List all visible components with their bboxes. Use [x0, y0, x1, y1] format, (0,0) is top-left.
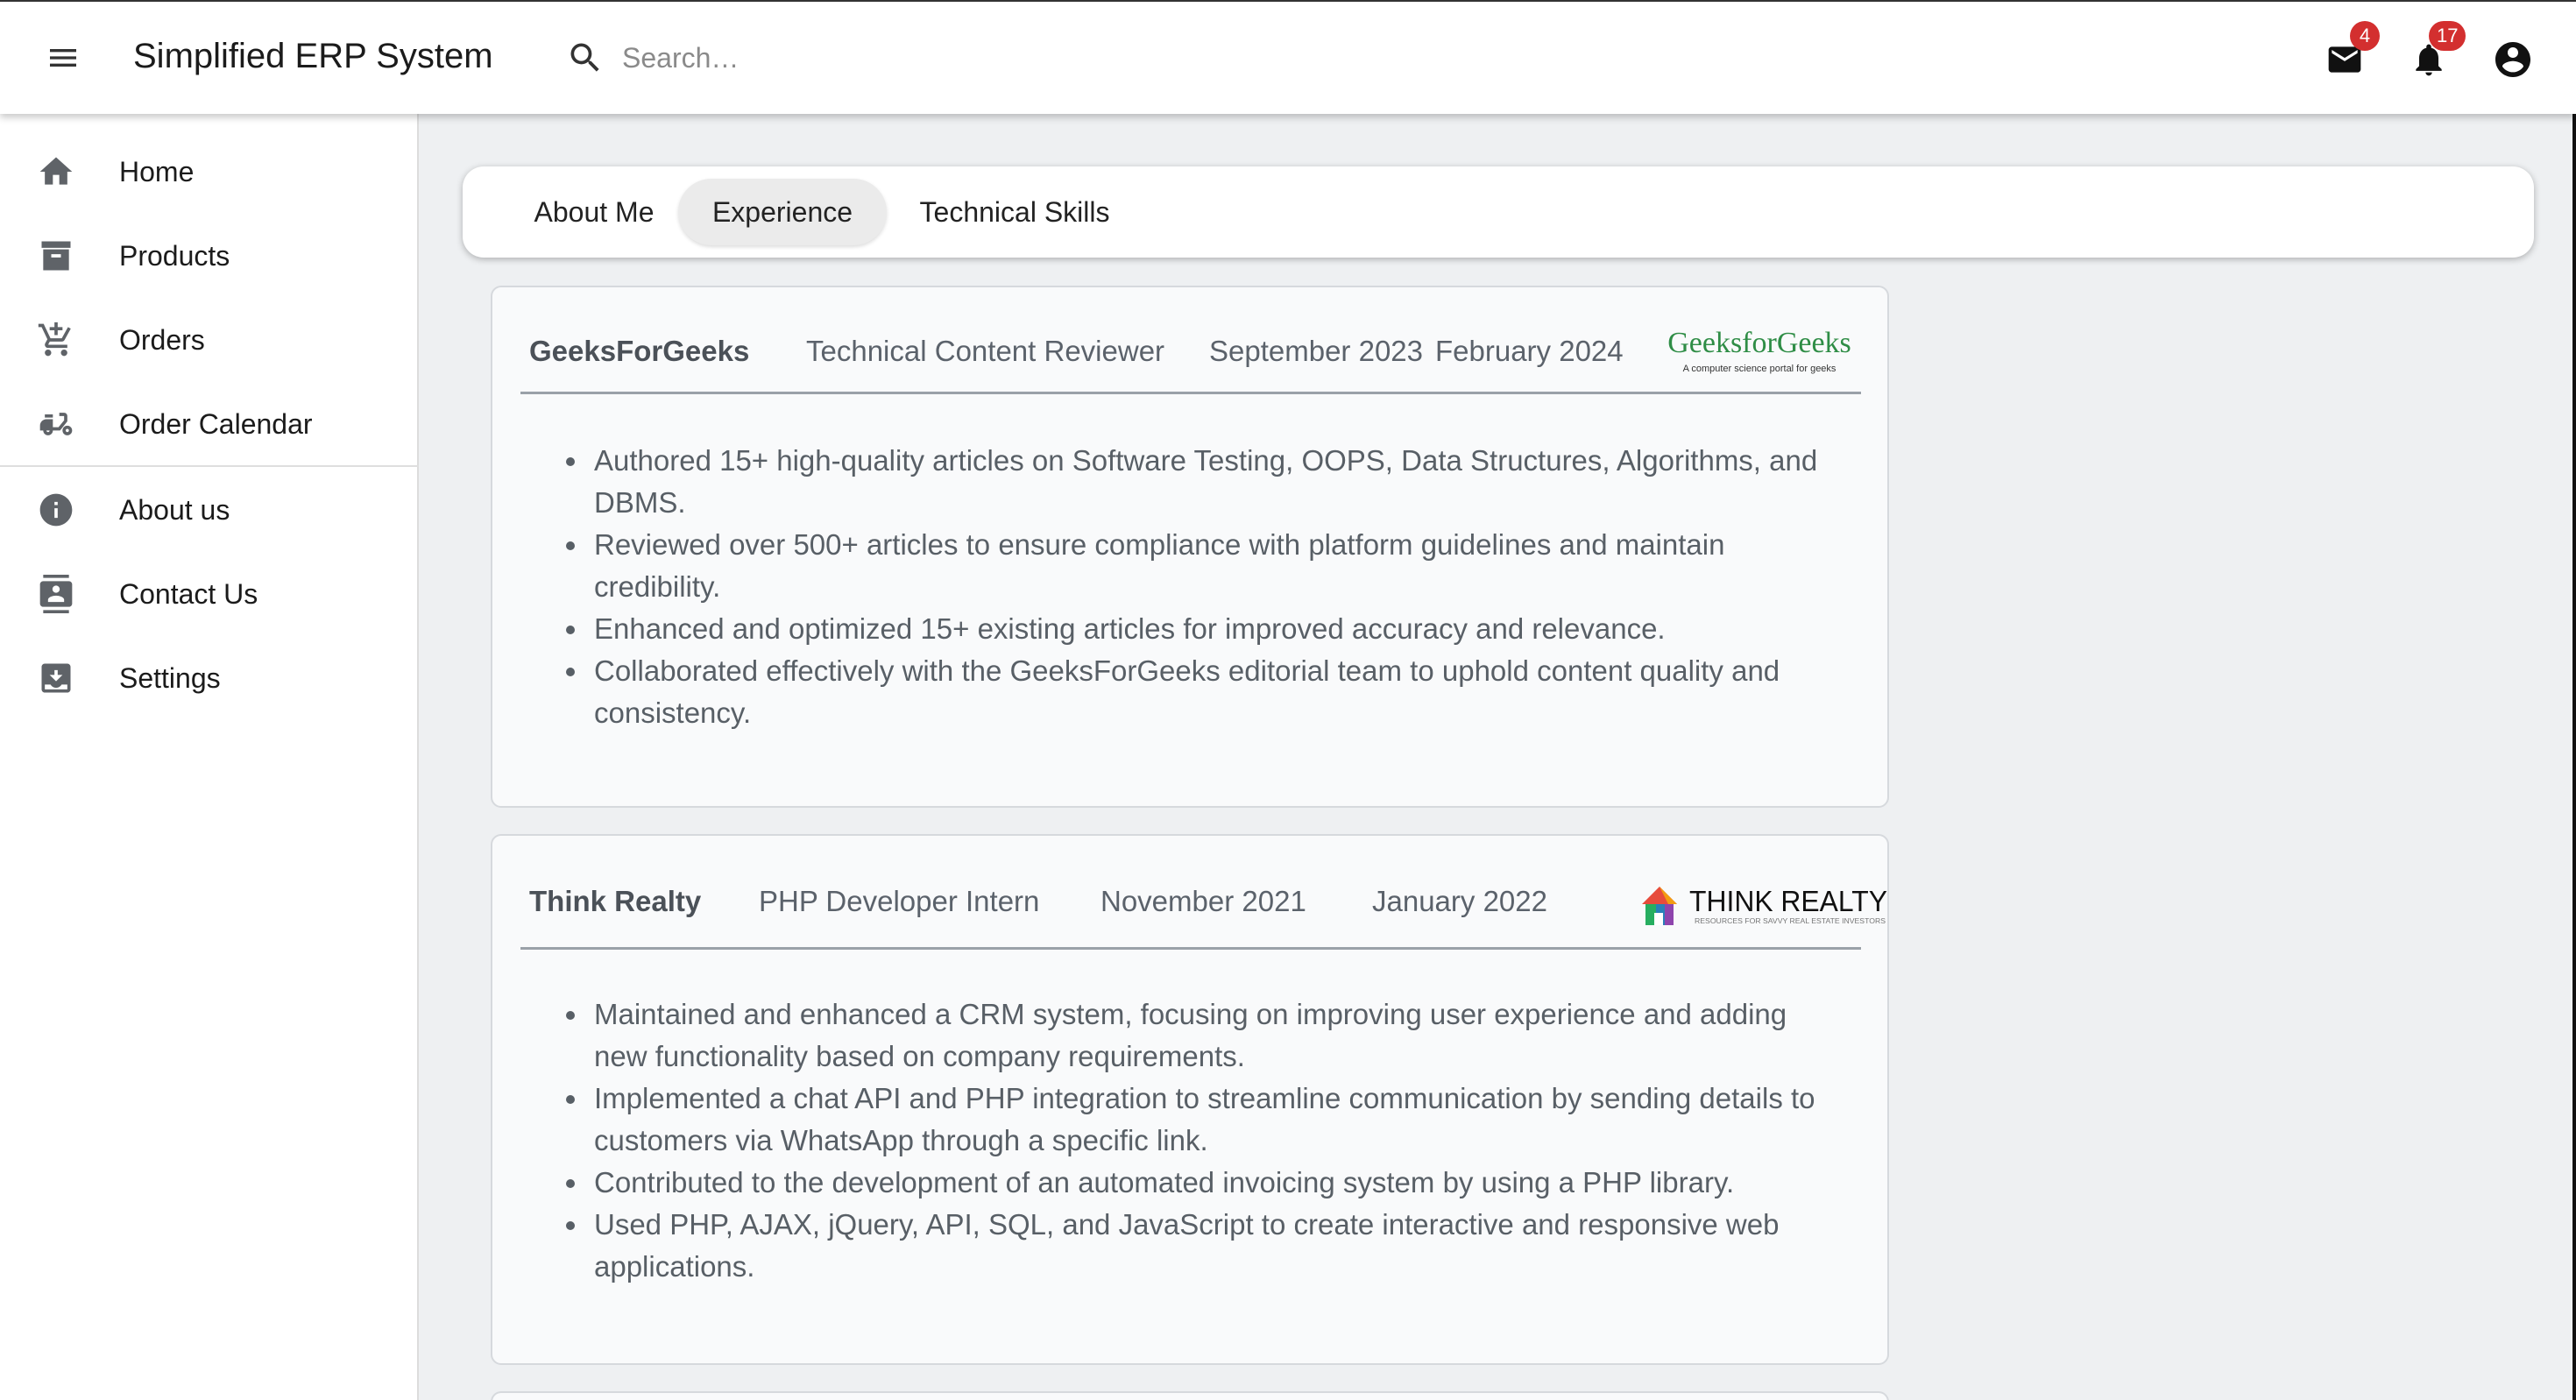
- account-circle-icon: [2492, 39, 2534, 85]
- sidebar-item-about-us[interactable]: About us: [0, 468, 419, 552]
- end-date: February 2024: [1435, 335, 1624, 367]
- house-icon: [1642, 887, 1677, 925]
- notifications-button[interactable]: 17: [2401, 21, 2466, 89]
- tab-technical-skills[interactable]: Technical Skills: [904, 179, 1125, 245]
- sidebar-item-label: Home: [119, 155, 195, 187]
- sidebar-item-products[interactable]: Products: [0, 214, 419, 298]
- list-item: Maintained and enhanced a CRM system, fo…: [566, 993, 1845, 1078]
- company-name: GeeksForGeeks: [529, 335, 750, 367]
- svg-text:THINK REALTY: THINK REALTY: [1689, 885, 1887, 917]
- geeksforgeeks-logo: GeeksforGeeks A computer science portal …: [1658, 326, 1861, 378]
- sidebar-divider: [0, 465, 419, 467]
- experience-card: GeeksForGeeks Technical Content Reviewer…: [491, 286, 1889, 808]
- download-box-icon: [32, 654, 81, 703]
- responsibilities-list: Maintained and enhanced a CRM system, fo…: [566, 993, 1845, 1288]
- sidebar-item-orders[interactable]: Orders: [0, 298, 419, 382]
- home-icon: [32, 147, 81, 196]
- sidebar-item-label: Products: [119, 239, 230, 272]
- cart-icon: [32, 315, 81, 364]
- svg-text:GeeksforGeeks: GeeksforGeeks: [1667, 327, 1851, 359]
- think-realty-logo: THINK REALTY RESOURCES FOR SAVVY REAL ES…: [1637, 880, 1891, 930]
- profile-tabs: About Me Experience Technical Skills: [463, 166, 2534, 258]
- mail-button[interactable]: 4: [2317, 21, 2380, 89]
- account-button[interactable]: [2485, 33, 2541, 89]
- list-item: Used PHP, AJAX, jQuery, API, SQL, and Ja…: [566, 1204, 1845, 1288]
- app-bar: Simplified ERP System 4 17: [0, 0, 2576, 114]
- sidebar-item-label: Contact Us: [119, 577, 258, 610]
- list-item: Authored 15+ high-quality articles on So…: [566, 440, 1845, 524]
- svg-text:A computer science portal for: A computer science portal for geeks: [1683, 364, 1836, 374]
- start-date: November 2021: [1100, 885, 1306, 917]
- sidebar-item-label: Order Calendar: [119, 407, 313, 440]
- start-date: September 2023: [1209, 335, 1424, 367]
- sidebar: Home Products Orders Order Calendar Abou…: [0, 114, 419, 1400]
- sidebar-item-order-calendar[interactable]: Order Calendar: [0, 382, 419, 466]
- menu-icon[interactable]: [39, 33, 88, 82]
- experience-header: GeeksForGeeks Technical Content Reviewer…: [520, 287, 1861, 394]
- tab-experience[interactable]: Experience: [678, 179, 887, 245]
- experience-card: [491, 1391, 1889, 1400]
- sidebar-item-settings[interactable]: Settings: [0, 636, 419, 720]
- sidebar-item-label: Settings: [119, 661, 221, 694]
- sidebar-item-label: About us: [119, 493, 230, 526]
- search-bar: [561, 33, 1174, 82]
- list-item: Contributed to the development of an aut…: [566, 1162, 1845, 1204]
- archive-icon: [32, 231, 81, 280]
- list-item: Reviewed over 500+ articles to ensure co…: [566, 524, 1845, 608]
- sidebar-item-label: Orders: [119, 323, 205, 356]
- app-title: Simplified ERP System: [133, 37, 493, 75]
- delivery-icon: [32, 399, 81, 449]
- job-role: PHP Developer Intern: [759, 885, 1040, 917]
- mail-badge: 4: [2350, 21, 2380, 51]
- company-name: Think Realty: [529, 885, 702, 917]
- notification-badge: 17: [2429, 21, 2466, 51]
- search-input[interactable]: [622, 41, 1148, 74]
- search-icon: [561, 33, 610, 82]
- info-icon: [32, 485, 81, 534]
- responsibilities-list: Authored 15+ high-quality articles on So…: [566, 440, 1845, 734]
- sidebar-item-contact-us[interactable]: Contact Us: [0, 552, 419, 636]
- sidebar-item-home[interactable]: Home: [0, 130, 419, 214]
- tab-about-me[interactable]: About Me: [484, 179, 704, 245]
- svg-text:RESOURCES FOR SAVVY REAL ESTAT: RESOURCES FOR SAVVY REAL ESTATE INVESTOR…: [1695, 917, 1886, 925]
- list-item: Implemented a chat API and PHP integrati…: [566, 1078, 1845, 1162]
- contact-icon: [32, 569, 81, 619]
- experience-card: Think Realty PHP Developer Intern Novemb…: [491, 834, 1889, 1365]
- end-date: January 2022: [1372, 885, 1547, 917]
- window-edge: [2572, 0, 2576, 1400]
- list-item: Collaborated effectively with the GeeksF…: [566, 650, 1845, 734]
- experience-header: Think Realty PHP Developer Intern Novemb…: [520, 836, 1887, 950]
- list-item: Enhanced and optimized 15+ existing arti…: [566, 608, 1845, 650]
- job-role: Technical Content Reviewer: [806, 335, 1165, 367]
